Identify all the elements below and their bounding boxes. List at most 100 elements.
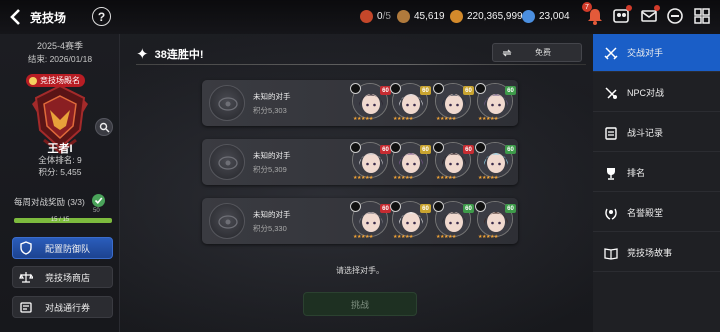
- opponent-hero-portrait[interactable]: 60 ★★★★★: [475, 83, 516, 123]
- menu-item-1[interactable]: 交战对手: [593, 34, 720, 72]
- overall-rank: 全体排名: 9: [38, 155, 82, 165]
- mail-alert-dot: [654, 5, 660, 11]
- season-panel: 2025-4赛季 结束: 2026/01/18 竞技场殿名 王者I 全体排名: …: [0, 34, 120, 332]
- menu-item-label: 名誉殿堂: [627, 208, 664, 218]
- menu-item-5[interactable]: 名誉殿堂: [593, 194, 720, 232]
- refresh-opponents-button[interactable]: 免费: [492, 43, 582, 62]
- opponent-hero-portrait[interactable]: 60 ★★★★★: [390, 201, 431, 241]
- team-icon[interactable]: [611, 5, 632, 26]
- unknown-opponent-avatar: [209, 85, 245, 121]
- mail-icon[interactable]: [639, 5, 660, 26]
- hero-level: 60: [505, 86, 516, 95]
- bell-icon[interactable]: 7: [582, 2, 605, 26]
- hero-stars: ★★★★★: [353, 175, 373, 181]
- notification-count: 7: [582, 2, 592, 12]
- menu-item-3[interactable]: 战斗记录: [593, 114, 720, 152]
- win-streak-header: ✦ 38连胜中!: [136, 45, 203, 63]
- season-name: 2025-4赛季: [36, 41, 84, 51]
- ticket-pass-icon: [20, 302, 32, 313]
- hero-stars: ★★★★★: [436, 175, 456, 181]
- hero-level: 60: [463, 86, 474, 95]
- defense-team-button[interactable]: 配置防御队: [12, 237, 113, 259]
- element-tag-icon: [433, 142, 444, 153]
- opponent-hero-portrait[interactable]: 60 ★★★★★: [433, 201, 474, 241]
- opponent-card[interactable]: 未知的对手 积分5,330 60 ★★★★★ 60 ★★★★★ 60 ★★★★★ 60 ★★★★★: [202, 198, 518, 244]
- opponent-hero-portrait[interactable]: 60 ★★★★★: [390, 142, 431, 182]
- opponent-score: 积分5,303: [253, 106, 287, 115]
- menu-item-label: 战斗记录: [627, 128, 664, 138]
- opponent-score: 积分5,330: [253, 224, 287, 233]
- help-button[interactable]: ?: [92, 7, 111, 26]
- menu-item-label: 排名: [627, 168, 646, 178]
- element-tag-icon: [350, 142, 361, 153]
- unknown-opponent-avatar: [209, 144, 245, 180]
- hero-stars: ★★★★★: [393, 234, 413, 240]
- hall-of-fame-badge[interactable]: 竞技场殿名: [26, 74, 85, 87]
- opponent-hero-portrait[interactable]: 60 ★★★★★: [350, 142, 391, 182]
- back-arrow-icon[interactable]: [8, 7, 24, 27]
- trophy-icon: [607, 167, 615, 180]
- coin-icon: [450, 10, 463, 23]
- element-tag-icon: [475, 83, 486, 94]
- hero-stars: ★★★★★: [393, 175, 413, 181]
- hero-stars: ★★★★★: [478, 175, 498, 181]
- opponent-hero-portrait[interactable]: 60 ★★★★★: [433, 83, 474, 123]
- chat-icon[interactable]: [665, 6, 685, 26]
- win-streak-text: 38连胜中!: [154, 49, 204, 61]
- gold-count: 45,619: [414, 11, 445, 22]
- hero-level: 60: [463, 145, 474, 154]
- menu-item-label: 竞技场故事: [627, 248, 673, 258]
- unknown-opponent-avatar: [209, 203, 245, 239]
- menu-item-4[interactable]: 排名: [593, 154, 720, 192]
- opponent-card[interactable]: 未知的对手 积分5,303 60 ★★★★★ 60 ★★★★★ 60 ★★★★★ 60 ★★★★★: [202, 80, 518, 126]
- opponent-hero-portrait[interactable]: 60 ★★★★★: [390, 83, 431, 123]
- select-opponent-hint: 请选择对手。: [336, 266, 384, 275]
- gold-icon: [397, 10, 410, 23]
- hero-level: 60: [420, 145, 431, 154]
- weekly-reward-count: 50: [93, 208, 100, 214]
- menu-item-2[interactable]: NPC对战: [593, 74, 720, 112]
- shield-icon: [20, 241, 32, 255]
- arena-shop-button[interactable]: 竞技场商店: [12, 266, 113, 288]
- menu-item-6[interactable]: 竞技场故事: [593, 234, 720, 272]
- menu-item-label: 交战对手: [627, 48, 664, 58]
- credit-resource[interactable]: 220,365,999: [450, 10, 523, 23]
- opponent-score: 积分5,309: [253, 165, 287, 174]
- check-icon[interactable]: [92, 194, 105, 207]
- element-tag-icon: [433, 83, 444, 94]
- grid-menu-icon[interactable]: [692, 6, 712, 26]
- opponent-hero-portrait[interactable]: 60 ★★★★★: [433, 142, 474, 182]
- opponent-hero-portrait[interactable]: 60 ★★★★★: [350, 201, 391, 241]
- opponent-hero-portrait[interactable]: 60 ★★★★★: [475, 201, 516, 241]
- ticket-resource[interactable]: 0 /5: [360, 10, 391, 23]
- laurel-icon: [605, 208, 617, 220]
- medal-icon: [29, 76, 37, 85]
- current-points: 积分: 5,455: [38, 167, 82, 177]
- gem-icon: [522, 10, 535, 23]
- season-end-date: 结束: 2026/01/18: [27, 54, 93, 64]
- page-title: 竞技场: [30, 11, 67, 25]
- hero-stars: ★★★★★: [478, 234, 498, 240]
- opponent-name: 未知的对手: [253, 151, 291, 160]
- gem-resource[interactable]: 23,004: [522, 10, 570, 23]
- element-tag-icon: [433, 201, 444, 212]
- opponent-hero-portrait[interactable]: 60 ★★★★★: [475, 142, 516, 182]
- opponent-hero-portrait[interactable]: 60 ★★★★★: [350, 83, 391, 123]
- magnifier-icon[interactable]: [95, 118, 113, 136]
- element-tag-icon: [475, 142, 486, 153]
- element-tag-icon: [350, 83, 361, 94]
- challenge-button[interactable]: 挑战: [303, 292, 417, 316]
- gold-resource[interactable]: 45,619: [397, 10, 445, 23]
- element-tag-icon: [390, 142, 401, 153]
- hero-stars: ★★★★★: [436, 234, 456, 240]
- crossed-swords-icon: [604, 46, 618, 60]
- opponent-card[interactable]: 未知的对手 积分5,309 60 ★★★★★ 60 ★★★★★ 60 ★★★★★ 60 ★★★★★: [202, 139, 518, 185]
- hero-level: 60: [463, 204, 474, 213]
- refresh-icon: [502, 49, 512, 56]
- arena-shop-label: 竞技场商店: [45, 272, 91, 283]
- battle-pass-button[interactable]: 对战通行券: [12, 296, 113, 318]
- gem-count: 23,004: [539, 11, 570, 22]
- menu-item-label: NPC对战: [627, 88, 665, 98]
- credit-count: 220,365,999: [467, 11, 523, 22]
- top-bar: 竞技场 ? 0 /5 45,619 220,365,999 23,004 7: [0, 0, 720, 34]
